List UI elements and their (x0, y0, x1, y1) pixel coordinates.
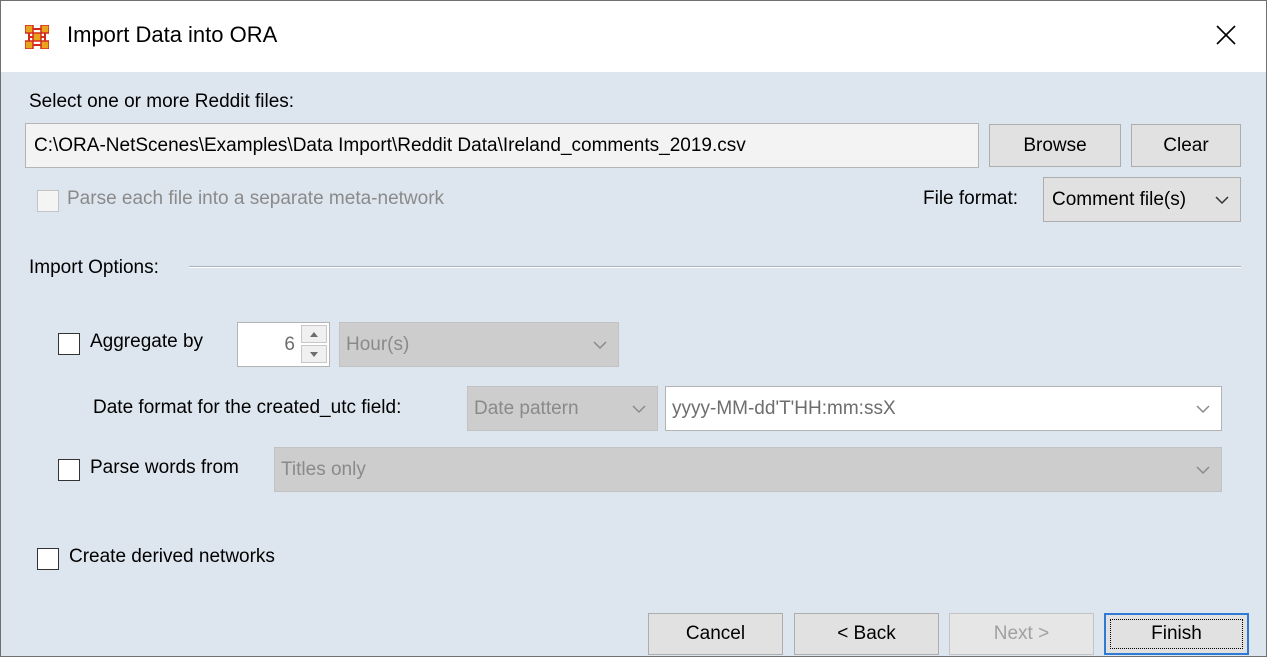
close-button[interactable] (1201, 13, 1251, 57)
parse-words-value: Titles only (281, 458, 366, 480)
aggregate-unit-select[interactable]: Hour(s) (339, 322, 619, 367)
parse-separate-label: Parse each file into a separate meta-net… (67, 188, 445, 209)
import-dialog: Import Data into ORA Select one or more … (0, 0, 1267, 657)
ora-network-icon (25, 25, 49, 49)
file-format-label: File format: (923, 188, 1019, 209)
parse-separate-checkbox[interactable] (37, 190, 59, 212)
import-options-divider (189, 266, 1241, 268)
file-path-field[interactable]: C:\ORA-NetScenes\Examples\Data Import\Re… (25, 123, 979, 168)
file-format-value: Comment file(s) (1052, 188, 1187, 210)
parse-words-label: Parse words from (90, 457, 239, 478)
parse-words-checkbox[interactable] (58, 459, 80, 481)
chevron-down-icon (1196, 465, 1210, 474)
finish-button[interactable]: Finish (1104, 613, 1249, 655)
cancel-button-label: Cancel (685, 623, 746, 644)
aggregate-amount-spinner[interactable]: 6 (237, 322, 330, 367)
back-button[interactable]: < Back (794, 613, 939, 655)
chevron-down-icon (1196, 404, 1210, 413)
arrow-down-icon (310, 351, 318, 357)
next-button[interactable]: Next > (949, 613, 1094, 655)
derived-networks-label: Create derived networks (69, 546, 275, 567)
chevron-down-icon (1215, 195, 1229, 204)
back-button-label: < Back (837, 623, 896, 644)
derived-networks-checkbox[interactable] (37, 548, 59, 570)
date-format-label: Date format for the created_utc field: (93, 397, 402, 418)
file-format-select[interactable]: Comment file(s) (1043, 177, 1241, 222)
title-bar: Import Data into ORA (1, 1, 1266, 72)
aggregate-unit-value: Hour(s) (346, 333, 410, 355)
import-options-label: Import Options: (29, 257, 159, 278)
date-pattern-value: yyyy-MM-dd'T'HH:mm:ssX (672, 397, 896, 419)
arrow-up-icon (310, 331, 318, 337)
spinner-down-button[interactable] (301, 345, 327, 363)
cancel-button[interactable]: Cancel (648, 613, 783, 655)
focus-ring (1110, 619, 1243, 649)
date-format-type-select[interactable]: Date pattern (467, 386, 658, 431)
date-format-type-value: Date pattern (474, 397, 579, 419)
close-icon (1216, 25, 1236, 45)
browse-button[interactable]: Browse (989, 124, 1121, 167)
parse-words-select[interactable]: Titles only (274, 447, 1222, 492)
aggregate-label: Aggregate by (90, 331, 204, 352)
next-button-label: Next > (993, 623, 1050, 644)
clear-button[interactable]: Clear (1131, 124, 1241, 167)
chevron-down-icon (632, 404, 646, 413)
aggregate-amount-value: 6 (284, 334, 295, 355)
select-files-label: Select one or more Reddit files: (29, 91, 295, 112)
aggregate-checkbox[interactable] (58, 333, 80, 355)
date-pattern-combo[interactable]: yyyy-MM-dd'T'HH:mm:ssX (665, 386, 1222, 431)
spinner-up-button[interactable] (301, 325, 327, 343)
window-title: Import Data into ORA (67, 22, 278, 47)
chevron-down-icon (593, 340, 607, 349)
